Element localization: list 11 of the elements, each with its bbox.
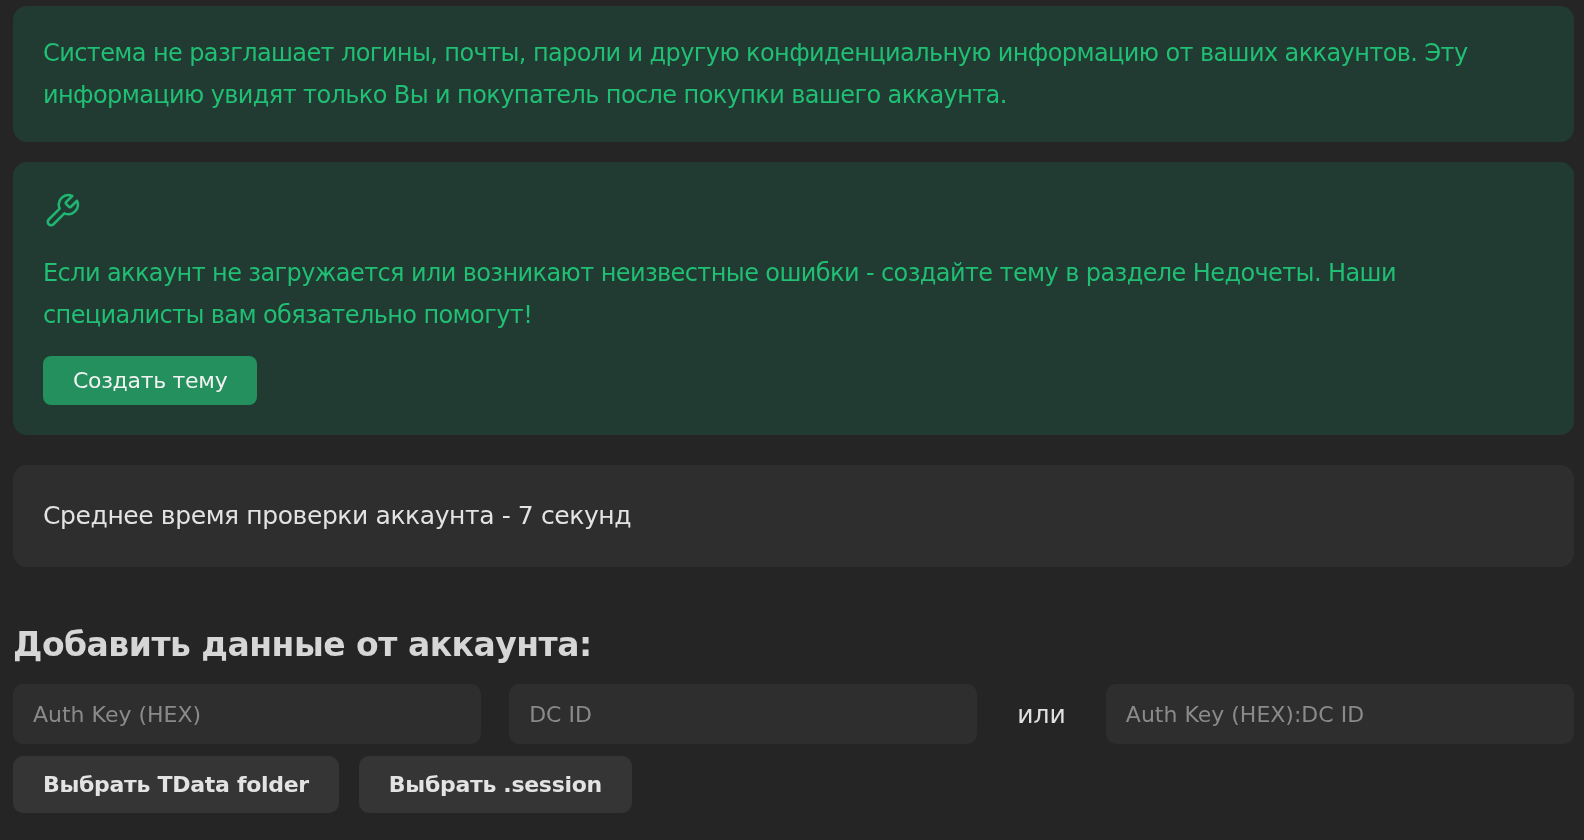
create-topic-button[interactable]: Создать тему	[43, 356, 258, 405]
input-field[interactable]: DC ID	[509, 684, 978, 744]
privacy-notice-text: Система не разглашает логины, почты, пароли и другую конфиденциальную информацию от ваших аккаунтов. Эту информацию увидят только Вы и покупатель после покупки вашего аккаунта.	[43, 38, 1469, 111]
check-time-text: Среднее время проверки аккаунта - 7 секунд	[43, 500, 633, 532]
file-select-button[interactable]: Выбрать .session	[358, 756, 632, 813]
input-field[interactable]: Auth Key (HEX)	[13, 684, 482, 744]
file-select-button[interactable]: Выбрать TData folder	[13, 756, 339, 813]
input-field[interactable]: Auth Key (HEX):DC ID	[1105, 684, 1574, 744]
or-separator: или	[1016, 699, 1067, 729]
support-notice-text: Если аккаунт не загружается или возникают неизвестные ошибки - создайте тему в разделе Недочеты. Наши специалисты вам обязательно помогут!	[43, 258, 1397, 331]
section-heading: Добавить данные от аккаунта:	[13, 625, 593, 664]
